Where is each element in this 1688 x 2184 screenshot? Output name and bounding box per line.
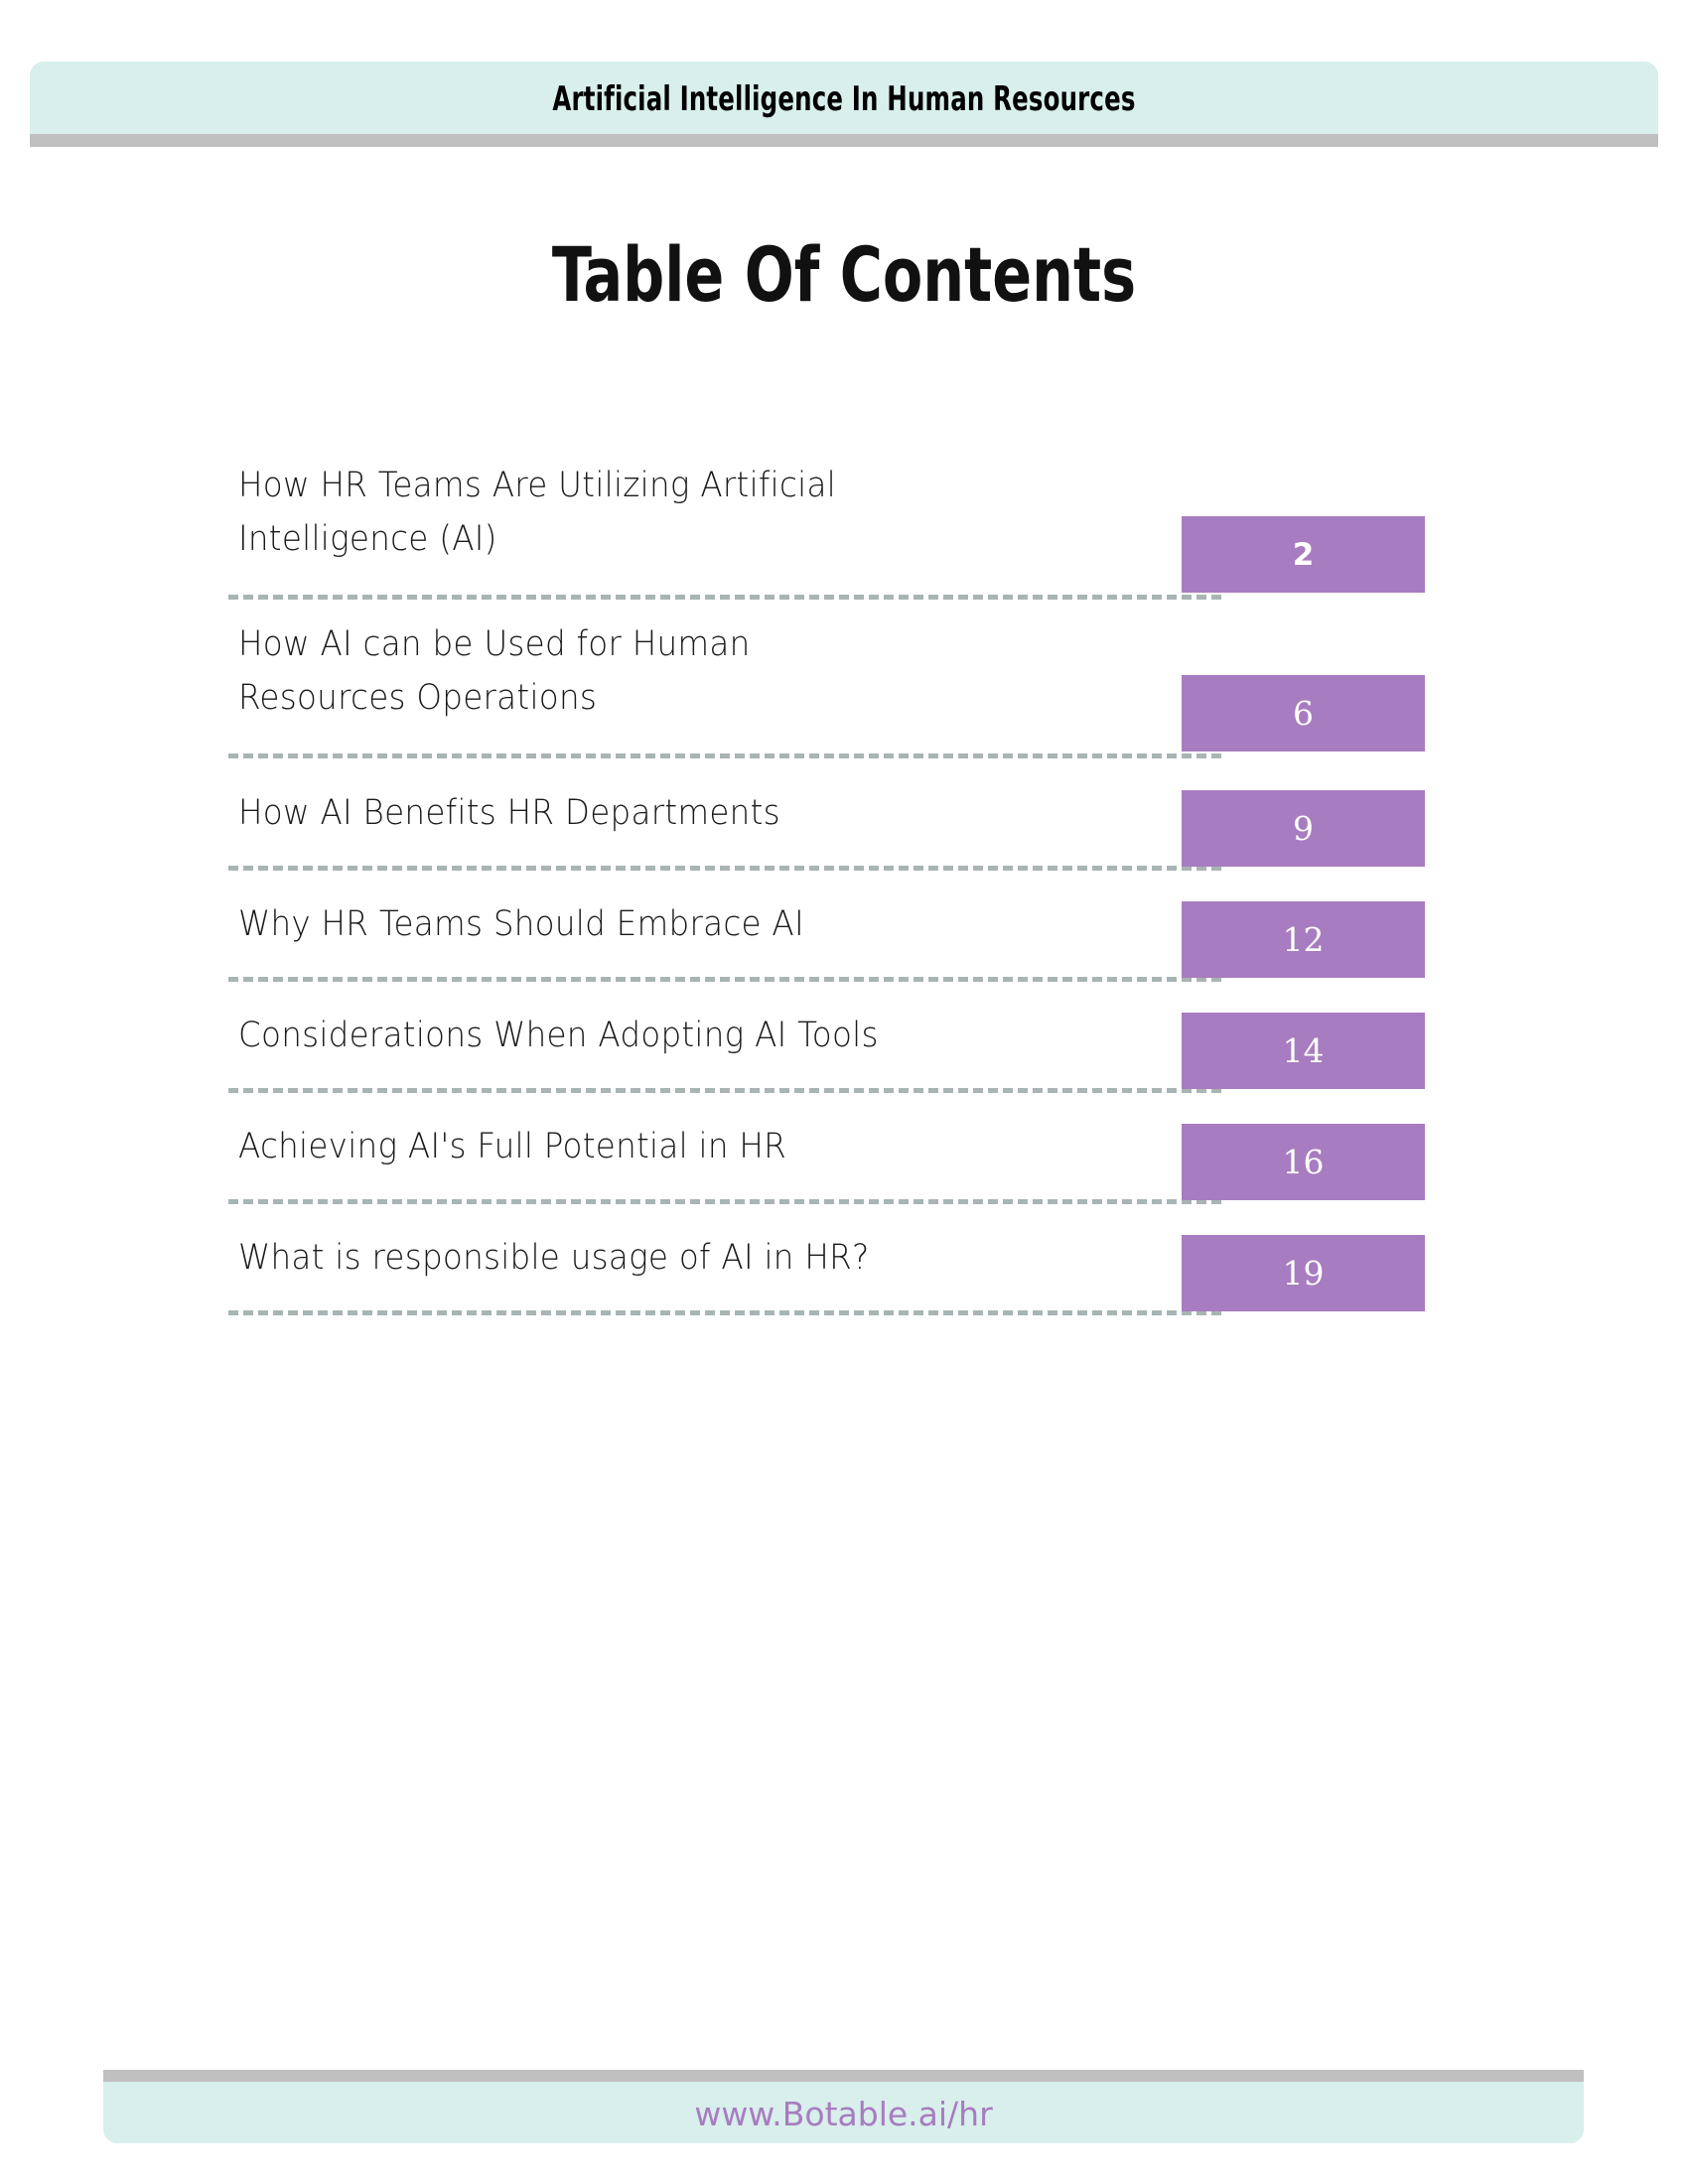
page-title: Table Of Contents — [551, 230, 1137, 319]
header-divider-rule — [30, 134, 1658, 147]
footer-website-url[interactable]: www.Botable.ai/hr — [103, 2095, 1584, 2133]
table-of-contents-list: How HR Teams Are Utilizing Artificial In… — [228, 459, 1430, 1332]
toc-entry-label: What is responsible usage of AI in HR? — [238, 1238, 870, 1278]
toc-page-number-badge[interactable]: 9 — [1182, 790, 1425, 867]
toc-entry-label: Considerations When Adopting AI Tools — [238, 1016, 879, 1055]
toc-page-number-badge[interactable]: 19 — [1182, 1235, 1425, 1311]
toc-leader-line — [228, 595, 1221, 600]
toc-entry[interactable]: Achieving AI's Full Potential in HR 16 — [228, 1110, 1430, 1221]
toc-entry[interactable]: What is responsible usage of AI in HR? 19 — [228, 1221, 1430, 1332]
header-band: Artificial Intelligence In Human Resourc… — [30, 62, 1658, 134]
toc-page-number-badge[interactable]: 6 — [1182, 675, 1425, 751]
toc-page-number-badge[interactable]: 12 — [1182, 901, 1425, 978]
footer-band: www.Botable.ai/hr — [103, 2082, 1584, 2143]
toc-entry[interactable]: How AI can be Used for Human Resources O… — [228, 617, 1430, 776]
toc-leader-line — [228, 753, 1221, 758]
toc-leader-line — [228, 977, 1221, 982]
toc-entry[interactable]: How AI Benefits HR Departments 9 — [228, 776, 1430, 887]
toc-leader-line — [228, 1088, 1221, 1093]
toc-entry[interactable]: Considerations When Adopting AI Tools 14 — [228, 999, 1430, 1110]
footer-divider-rule — [103, 2070, 1584, 2082]
toc-entry-label: How HR Teams Are Utilizing Artificial In… — [238, 466, 837, 559]
toc-page-number-badge[interactable]: 14 — [1182, 1013, 1425, 1089]
toc-entry[interactable]: Why HR Teams Should Embrace AI 12 — [228, 887, 1430, 999]
toc-leader-line — [228, 1199, 1221, 1204]
toc-entry-label: Why HR Teams Should Embrace AI — [238, 904, 804, 944]
document-header-title: Artificial Intelligence In Human Resourc… — [552, 79, 1136, 119]
toc-entry-label: Achieving AI's Full Potential in HR — [238, 1127, 787, 1166]
toc-page-number-badge[interactable]: 2 — [1182, 516, 1425, 593]
toc-entry-label: How AI Benefits HR Departments — [238, 793, 780, 833]
toc-page-number-badge[interactable]: 16 — [1182, 1124, 1425, 1200]
toc-leader-line — [228, 866, 1221, 871]
toc-entry-label: How AI can be Used for Human Resources O… — [238, 624, 751, 718]
toc-leader-line — [228, 1310, 1221, 1315]
toc-entry[interactable]: How HR Teams Are Utilizing Artificial In… — [228, 459, 1430, 617]
